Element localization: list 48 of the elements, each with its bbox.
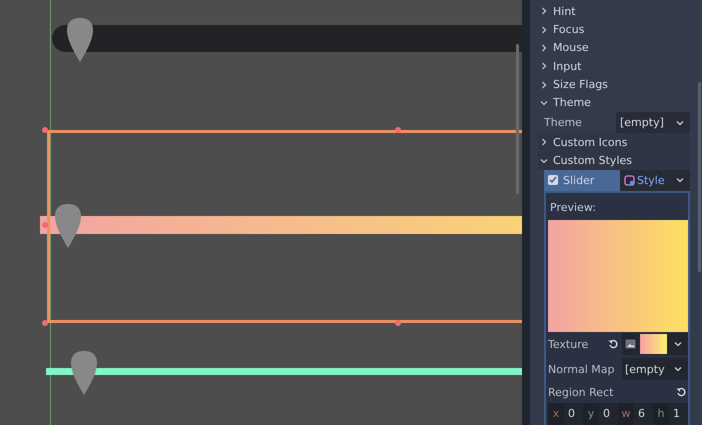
checkmark-icon — [549, 176, 557, 184]
preview-label: Preview: — [549, 200, 597, 216]
override-checkbox[interactable]: Slider — [544, 170, 620, 191]
texture-thumbnail — [640, 334, 667, 354]
chevron-down-icon[interactable] — [540, 98, 548, 107]
scrollbar[interactable] — [698, 82, 700, 272]
style-dropdown[interactable]: Style — [620, 170, 690, 191]
theme-dropdown[interactable]: [empty] — [616, 112, 690, 134]
section-label[interactable]: Theme — [553, 96, 591, 110]
number-field[interactable]: 1 — [669, 402, 688, 425]
stylebox-icon — [624, 174, 635, 186]
resize-handle[interactable] — [395, 127, 401, 133]
property-label: Normal Map — [548, 362, 615, 376]
resize-handle[interactable] — [42, 127, 48, 133]
axis-label: h — [653, 402, 669, 425]
number-field[interactable]: 0 — [564, 402, 583, 425]
axis-label: x — [548, 402, 564, 425]
section-label[interactable]: Focus — [553, 23, 584, 36]
slider-grabber[interactable] — [54, 203, 82, 249]
axis-label: y — [583, 402, 599, 425]
resize-handle[interactable] — [42, 320, 48, 326]
chevron-right-icon[interactable] — [540, 26, 548, 34]
property-label: Texture — [548, 338, 588, 351]
property-label: Region Rect — [548, 386, 614, 399]
slider-grabber[interactable] — [66, 16, 94, 62]
revert-icon[interactable] — [676, 387, 686, 398]
slider-track[interactable] — [40, 216, 522, 234]
chevron-right-icon[interactable] — [540, 62, 548, 70]
section-label[interactable]: Mouse — [553, 41, 589, 54]
chevron-right-icon[interactable] — [540, 7, 548, 16]
property-label: Theme — [543, 116, 583, 130]
slider-track[interactable] — [52, 25, 522, 52]
section-label[interactable]: Size Flags — [553, 78, 608, 92]
chevron-right-icon[interactable] — [540, 44, 548, 52]
texture-field[interactable] — [622, 333, 688, 356]
revert-icon[interactable] — [608, 339, 618, 350]
number-field[interactable]: 0 — [599, 402, 618, 425]
slider-track[interactable] — [46, 368, 522, 375]
section-label[interactable]: Hint — [553, 4, 576, 18]
number-field[interactable]: 6 — [634, 402, 653, 425]
normal-map-dropdown[interactable]: [empty — [622, 358, 688, 380]
image-icon — [625, 339, 636, 350]
slider-grabber[interactable] — [70, 350, 98, 396]
section-label[interactable]: Input — [553, 60, 582, 73]
chevron-down-icon[interactable] — [540, 156, 548, 165]
axis-label: w — [618, 402, 634, 425]
chevron-right-icon[interactable] — [540, 138, 548, 146]
chevron-right-icon[interactable] — [540, 80, 548, 89]
